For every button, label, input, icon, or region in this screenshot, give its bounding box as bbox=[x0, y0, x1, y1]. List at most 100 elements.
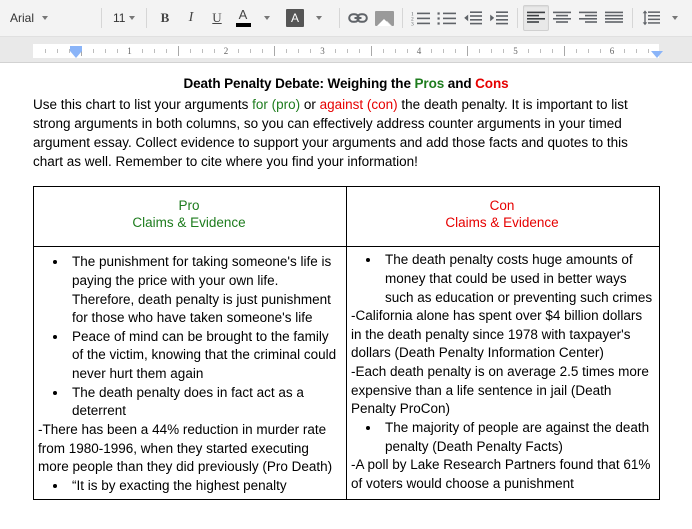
increase-indent-icon bbox=[490, 11, 508, 25]
align-center-icon bbox=[553, 11, 571, 23]
ruler-tick bbox=[117, 49, 119, 53]
first-line-indent-marker[interactable] bbox=[70, 46, 82, 51]
text-color-dropdown[interactable] bbox=[256, 5, 282, 31]
header-cell-pro[interactable]: Pro Claims & Evidence bbox=[33, 185, 347, 248]
ruler-tick bbox=[213, 49, 215, 53]
ruler-number: 6 bbox=[609, 46, 615, 56]
bullet-list: The majority of people are against the d… bbox=[351, 419, 653, 456]
pro-header: Pro Claims & Evidence bbox=[38, 191, 340, 243]
document-canvas[interactable]: Death Penalty Debate: Weighing the Pros … bbox=[0, 64, 692, 529]
con-header-title: Con bbox=[489, 197, 515, 213]
content-cell-con[interactable]: The death penalty costs huge amounts of … bbox=[346, 246, 660, 501]
ruler-tick bbox=[141, 49, 143, 53]
ruler-tick bbox=[431, 49, 433, 53]
chevron-down-icon bbox=[129, 16, 135, 20]
highlight-color-button[interactable]: A bbox=[282, 5, 308, 31]
chevron-down-icon bbox=[316, 16, 322, 20]
italic-button[interactable]: I bbox=[178, 5, 204, 31]
insert-link-button[interactable] bbox=[345, 5, 371, 31]
ruler-tick bbox=[443, 49, 445, 53]
bulleted-list-button[interactable] bbox=[434, 5, 460, 31]
line-spacing-dropdown[interactable] bbox=[664, 5, 690, 31]
ruler-tick bbox=[346, 49, 348, 53]
align-right-button[interactable] bbox=[575, 5, 601, 31]
title-cons: Cons bbox=[475, 76, 509, 91]
ruler-tick bbox=[406, 49, 408, 53]
evidence-paragraph: -A poll by Lake Research Partners found … bbox=[351, 457, 651, 491]
toolbar-divider bbox=[339, 8, 340, 28]
font-size-value: 11 bbox=[113, 11, 126, 25]
underline-icon: U bbox=[212, 10, 222, 25]
ruler-number: 2 bbox=[223, 46, 229, 56]
bullet-list: The punishment for taking someone's life… bbox=[38, 253, 340, 421]
ruler-tick bbox=[599, 49, 601, 53]
title-part-2: and bbox=[444, 76, 476, 91]
insert-image-button[interactable] bbox=[371, 5, 397, 31]
ruler-tick bbox=[636, 49, 638, 53]
ruler-tick bbox=[358, 49, 360, 53]
ruler-tick bbox=[298, 49, 300, 53]
highlight-color-letter: A bbox=[290, 11, 299, 25]
text-color-icon: A bbox=[234, 8, 252, 28]
list-item: The death penalty does in fact act as a … bbox=[68, 384, 340, 421]
pro-con-chart-table[interactable]: Pro Claims & Evidence Con Claims & Evide… bbox=[33, 185, 660, 501]
ruler-tick bbox=[177, 46, 179, 56]
list-item: The punishment for taking someone's life… bbox=[68, 253, 340, 328]
right-indent-marker[interactable] bbox=[651, 51, 663, 58]
ruler-left-margin bbox=[0, 44, 33, 58]
font-size-selector[interactable]: 11 bbox=[107, 5, 141, 31]
align-right-icon bbox=[579, 11, 597, 23]
list-item: The majority of people are against the d… bbox=[381, 419, 653, 456]
align-left-icon bbox=[527, 11, 545, 23]
left-indent-marker[interactable] bbox=[70, 51, 82, 58]
increase-indent-button[interactable] bbox=[486, 5, 512, 31]
con-header: Con Claims & Evidence bbox=[351, 191, 653, 243]
con-header-subtitle: Claims & Evidence bbox=[445, 215, 559, 231]
text-color-swatch bbox=[235, 23, 251, 27]
document-page[interactable]: Death Penalty Debate: Weighing the Pros … bbox=[0, 64, 692, 501]
text-color-letter: A bbox=[238, 7, 248, 22]
ruler-tick bbox=[539, 49, 541, 53]
horizontal-ruler[interactable]: 1 2 3 4 5 6 bbox=[0, 44, 692, 58]
intro-part-1: Use this chart to list your arguments bbox=[33, 97, 253, 112]
chevron-down-icon bbox=[264, 16, 270, 20]
ruler-number: 1 bbox=[127, 46, 132, 56]
ruler-tick bbox=[45, 49, 47, 53]
ruler-tick bbox=[394, 49, 396, 53]
bulleted-list-icon bbox=[437, 12, 456, 25]
decrease-indent-button[interactable] bbox=[460, 5, 486, 31]
text-color-button[interactable]: A bbox=[230, 5, 256, 31]
highlight-color-dropdown[interactable] bbox=[308, 5, 334, 31]
ruler-tick bbox=[551, 49, 553, 53]
ruler-number: 3 bbox=[320, 46, 325, 56]
intro-against-con: against (con) bbox=[319, 97, 398, 112]
align-justify-icon bbox=[605, 11, 623, 23]
content-cell-pro[interactable]: The punishment for taking someone's life… bbox=[33, 246, 347, 501]
align-justify-button[interactable] bbox=[601, 5, 627, 31]
chevron-down-icon bbox=[672, 16, 678, 20]
pro-header-title: Pro bbox=[178, 197, 200, 213]
ruler-tick bbox=[201, 49, 203, 53]
ruler-tick bbox=[57, 49, 59, 53]
pro-content[interactable]: The punishment for taking someone's life… bbox=[38, 251, 340, 495]
underline-button[interactable]: U bbox=[204, 5, 230, 31]
list-item: “It is by exacting the highest penalty bbox=[68, 477, 340, 496]
font-family-selector[interactable]: Arial bbox=[4, 5, 96, 31]
ruler-tick bbox=[563, 46, 565, 56]
intro-part-2: or bbox=[300, 97, 320, 112]
bold-button[interactable]: B bbox=[152, 5, 178, 31]
header-cell-con[interactable]: Con Claims & Evidence bbox=[346, 185, 660, 248]
list-item: Peace of mind can be brought to the fami… bbox=[68, 328, 340, 384]
align-center-button[interactable] bbox=[549, 5, 575, 31]
numbered-list-button[interactable]: 1 2 3 bbox=[408, 5, 434, 31]
con-content[interactable]: The death penalty costs huge amounts of … bbox=[351, 251, 653, 493]
align-left-button[interactable] bbox=[523, 5, 549, 31]
font-family-value: Arial bbox=[10, 11, 35, 25]
ruler-tick bbox=[274, 46, 276, 56]
toolbar-divider bbox=[146, 8, 147, 28]
ruler-bar: 1 2 3 4 5 6 bbox=[0, 37, 692, 63]
list-item: The death penalty costs huge amounts of … bbox=[381, 251, 653, 307]
line-spacing-button[interactable] bbox=[638, 5, 664, 31]
ruler-tick bbox=[238, 49, 240, 53]
chevron-down-icon bbox=[42, 16, 49, 20]
